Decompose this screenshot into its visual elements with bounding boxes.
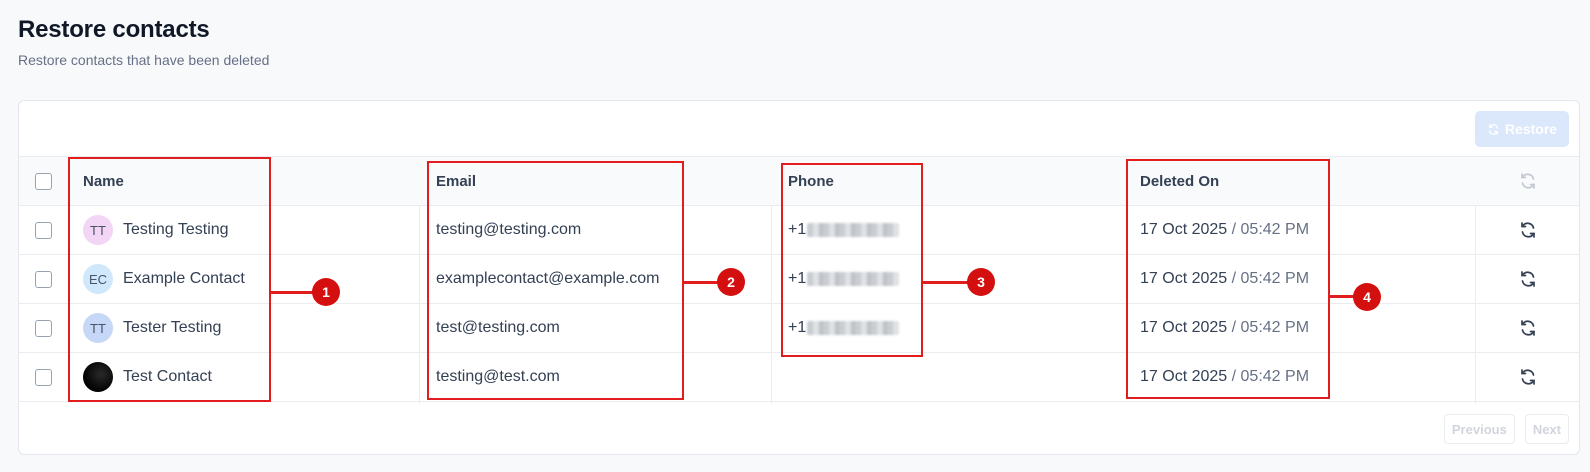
restore-button-label: Restore	[1504, 121, 1558, 137]
annotation-connector	[1330, 295, 1355, 298]
annotation-box-deleted-on	[1126, 159, 1330, 399]
annotation-badge: 1	[312, 278, 340, 306]
page-title: Restore contacts	[18, 16, 210, 43]
restore-row-icon[interactable]	[1518, 220, 1538, 240]
pagination: Previous Next	[1443, 414, 1569, 444]
restore-row-icon[interactable]	[1518, 269, 1538, 289]
annotation-box-phone	[781, 163, 923, 357]
select-all-checkbox[interactable]	[35, 172, 52, 190]
page-subtitle: Restore contacts that have been deleted	[18, 52, 270, 68]
restore-all-icon[interactable]	[1518, 171, 1538, 191]
refresh-icon	[1488, 123, 1499, 135]
row-checkbox[interactable]	[35, 221, 52, 239]
annotation-box-email	[427, 161, 684, 400]
row-checkbox[interactable]	[35, 270, 52, 288]
next-page-button[interactable]: Next	[1524, 414, 1569, 444]
row-checkbox[interactable]	[35, 368, 52, 386]
previous-page-button[interactable]: Previous	[1443, 414, 1515, 444]
annotation-connector	[271, 291, 314, 294]
annotation-connector	[684, 281, 718, 284]
row-checkbox[interactable]	[35, 319, 52, 337]
annotation-badge: 4	[1353, 283, 1381, 311]
restore-row-icon[interactable]	[1518, 367, 1538, 387]
restore-row-icon[interactable]	[1518, 318, 1538, 338]
annotation-box-name	[68, 157, 271, 402]
annotation-badge: 3	[967, 268, 995, 296]
restore-button[interactable]: Restore	[1475, 111, 1569, 147]
annotation-badge: 2	[717, 268, 745, 296]
contact-phone	[788, 353, 1118, 401]
annotation-connector	[923, 281, 968, 284]
